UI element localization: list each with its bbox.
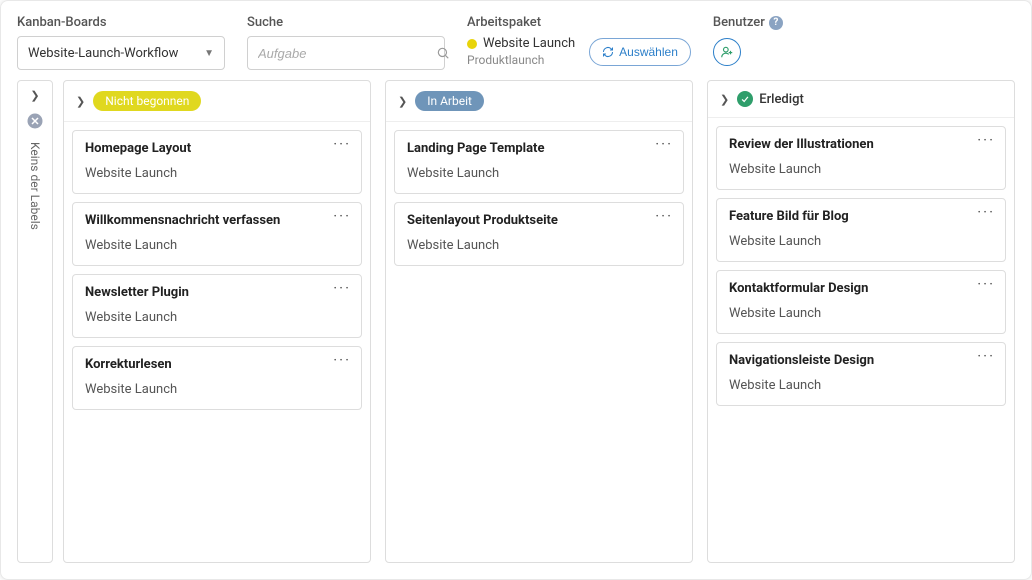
card-title: Willkommensnachricht verfassen [85,213,349,228]
card-title: Newsletter Plugin [85,285,349,300]
column-body: ···Review der IllustrationenWebsite Laun… [708,118,1014,562]
boards-label: Kanban-Boards [17,15,225,30]
column-body: ···Landing Page TemplateWebsite Launch··… [386,122,692,562]
card-subtitle: Website Launch [407,166,671,181]
column-status-label: Erledigt [759,92,804,107]
card-subtitle: Website Launch [407,238,671,253]
card-subtitle: Website Launch [729,162,993,177]
boards-select-value: Website-Launch-Workflow [28,46,178,61]
arbeitspaket-block: Website Launch Produktlaunch Auswählen [467,36,691,67]
card-title: Kontaktformular Design [729,281,993,296]
arbeitspaket-label: Arbeitspaket [467,15,691,30]
arbeitspaket-sub: Produktlaunch [467,53,575,67]
card-title: Korrekturlesen [85,357,349,372]
card-subtitle: Website Launch [729,234,993,249]
card-title: Navigationsleiste Design [729,353,993,368]
card-subtitle: Website Launch [729,378,993,393]
main-area: ❯ Keins der Labels ❯Nicht begonnen···Hom… [17,80,1015,563]
add-user-button[interactable] [713,38,741,66]
kanban-card[interactable]: ···Seitenlayout Produktseite Website Laun… [394,202,684,266]
card-menu-icon[interactable]: ··· [977,277,995,292]
kanban-column: ❯Erledigt···Review der IllustrationenWeb… [707,80,1015,563]
card-title: Homepage Layout [85,141,349,156]
card-menu-icon[interactable]: ··· [333,281,351,296]
card-subtitle: Website Launch [729,306,993,321]
card-menu-icon[interactable]: ··· [333,137,351,152]
search-input[interactable] [258,46,436,61]
card-subtitle: Website Launch [85,310,349,325]
kanban-card[interactable]: ···Navigationsleiste Design Website Launc… [716,342,1006,406]
boards-select[interactable]: Website-Launch-Workflow ▼ [17,36,225,70]
check-icon [737,91,753,107]
chevron-down-icon: ▼ [204,48,214,59]
card-menu-icon[interactable]: ··· [977,205,995,220]
sidebar-expand-icon[interactable]: ❯ [30,89,39,102]
kanban-columns: ❯Nicht begonnen···Homepage LayoutWebsite… [63,80,1015,563]
card-subtitle: Website Launch [85,238,349,253]
header-filters: Kanban-Boards Website-Launch-Workflow ▼ … [17,15,1015,70]
column-status-pill: In Arbeit [415,91,484,111]
search-group: Suche [247,15,445,70]
column-status-done: Erledigt [737,91,804,107]
column-collapse-icon[interactable]: ❯ [720,93,729,106]
help-icon[interactable]: ? [769,16,783,30]
refresh-icon [602,46,614,58]
benutzer-label: Benutzer [713,15,765,30]
card-menu-icon[interactable]: ··· [655,209,673,224]
labels-sidebar: ❯ Keins der Labels [17,80,53,563]
card-menu-icon[interactable]: ··· [655,137,673,152]
card-subtitle: Website Launch [85,382,349,397]
kanban-card[interactable]: ···Feature Bild für Blog Website Launch [716,198,1006,262]
benutzer-group: Benutzer ? [713,15,783,66]
kanban-card[interactable]: ···Homepage Layout Website Launch [72,130,362,194]
kanban-card[interactable]: ···Newsletter Plugin Website Launch [72,274,362,338]
card-menu-icon[interactable]: ··· [333,353,351,368]
card-title: Review der Illustrationen [729,137,993,152]
column-collapse-icon[interactable]: ❯ [398,95,407,108]
arbeitspaket-group: Arbeitspaket Website Launch Produktlaunc… [467,15,691,67]
column-header: ❯ In Arbeit [386,81,692,122]
kanban-card[interactable]: ···Landing Page Template Website Launch [394,130,684,194]
app-frame: Kanban-Boards Website-Launch-Workflow ▼ … [0,0,1032,580]
boards-group: Kanban-Boards Website-Launch-Workflow ▼ [17,15,225,70]
card-menu-icon[interactable]: ··· [977,133,995,148]
column-body: ···Homepage LayoutWebsite Launch···Willk… [64,122,370,562]
kanban-card[interactable]: ···Kontaktformular Design Website Launch [716,270,1006,334]
card-menu-icon[interactable]: ··· [977,349,995,364]
card-title: Seitenlayout Produktseite [407,213,671,228]
search-box[interactable] [247,36,445,70]
benutzer-label-row: Benutzer ? [713,15,783,30]
kanban-card[interactable]: ···Korrekturlesen Website Launch [72,346,362,410]
arbeitspaket-name: Website Launch [483,36,575,51]
search-label: Suche [247,15,445,30]
kanban-card[interactable]: ···Willkommensnachricht verfassen Website… [72,202,362,266]
card-title: Feature Bild für Blog [729,209,993,224]
column-header: ❯ Nicht begonnen [64,81,370,122]
arbeitspaket-info: Website Launch Produktlaunch [467,36,575,67]
sidebar-clear-icon[interactable] [26,112,44,130]
sidebar-label: Keins der Labels [28,142,42,230]
kanban-card[interactable]: ···Review der Illustrationen Website Laun… [716,126,1006,190]
card-subtitle: Website Launch [85,166,349,181]
search-icon [436,46,450,60]
column-header: ❯ Erledigt [708,81,1014,118]
kanban-column: ❯In Arbeit···Landing Page TemplateWebsit… [385,80,693,563]
column-status-pill: Nicht begonnen [93,91,201,111]
status-dot-icon [467,39,477,49]
card-menu-icon[interactable]: ··· [333,209,351,224]
card-title: Landing Page Template [407,141,671,156]
auswaehlen-label: Auswählen [619,45,678,59]
column-collapse-icon[interactable]: ❯ [76,95,85,108]
auswaehlen-button[interactable]: Auswählen [589,38,691,66]
kanban-column: ❯Nicht begonnen···Homepage LayoutWebsite… [63,80,371,563]
